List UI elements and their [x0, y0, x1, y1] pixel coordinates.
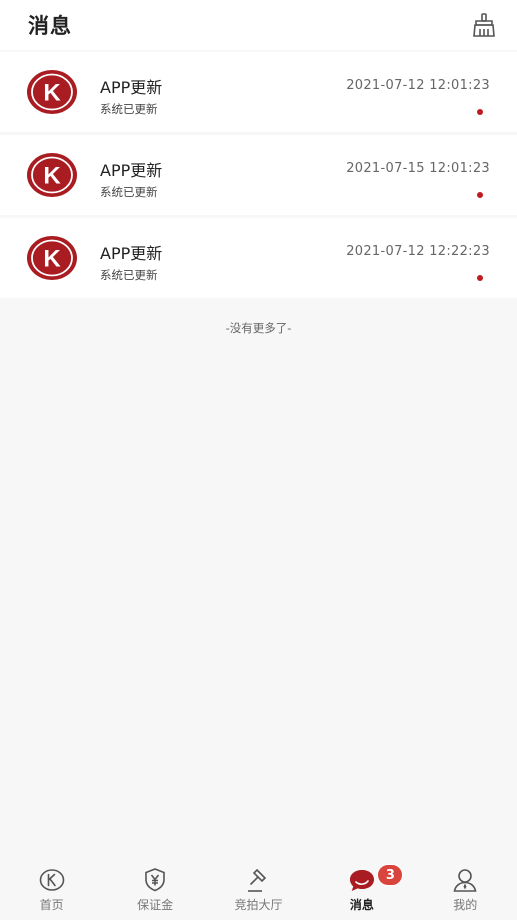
unread-dot [477, 275, 483, 281]
gavel-icon [244, 866, 272, 894]
message-subtitle: 系统已更新 [100, 102, 158, 116]
message-item[interactable]: K APP更新 系统已更新 2021-07-12 12:01:23 [0, 52, 517, 132]
message-time: 2021-07-12 12:22:23 [346, 244, 490, 259]
tab-auction-hall[interactable]: 竞拍大厅 [207, 858, 310, 920]
message-item[interactable]: K APP更新 系统已更新 2021-07-15 12:01:23 [0, 135, 517, 215]
avatar-letter: K [43, 163, 61, 190]
message-item[interactable]: K APP更新 系统已更新 2021-07-12 12:22:23 [0, 218, 517, 298]
message-list: K APP更新 系统已更新 2021-07-12 12:01:23 K APP更… [0, 52, 517, 301]
list-end-text: -没有更多了- [225, 321, 292, 335]
unread-count-badge: 3 [377, 864, 404, 886]
brand-logo-avatar: K [27, 236, 77, 280]
broom-icon [473, 13, 495, 37]
message-subtitle: 系统已更新 [100, 268, 158, 282]
top-header: 消息 [0, 0, 517, 50]
message-title: APP更新 [100, 161, 163, 180]
tab-mine[interactable]: 我的 [414, 858, 517, 920]
brand-logo-avatar: K [27, 153, 77, 197]
tab-messages[interactable]: 3 消息 [310, 858, 413, 920]
clear-messages-button[interactable] [469, 10, 499, 40]
tab-deposit[interactable]: 保证金 [104, 858, 207, 920]
tab-home[interactable]: 首页 [0, 858, 103, 920]
unread-dot [477, 192, 483, 198]
tab-label: 保证金 [137, 898, 174, 912]
tab-label: 消息 [349, 898, 374, 912]
message-subtitle: 系统已更新 [100, 185, 158, 199]
tab-label: 我的 [453, 898, 478, 912]
bottom-tab-bar: 首页 保证金 竞拍大厅 3 消息 我的 [0, 858, 517, 920]
message-time: 2021-07-12 12:01:23 [346, 78, 490, 93]
brand-logo-avatar: K [27, 70, 77, 114]
home-k-icon [38, 866, 66, 894]
page-title: 消息 [28, 14, 72, 38]
tab-label: 首页 [39, 898, 64, 912]
avatar-letter: K [43, 246, 61, 273]
avatar-letter: K [43, 80, 61, 107]
message-time: 2021-07-15 12:01:23 [346, 161, 490, 176]
tab-label: 竞拍大厅 [234, 898, 283, 912]
chat-bubble-icon [348, 866, 376, 894]
user-icon [451, 866, 479, 894]
shield-yen-icon [141, 866, 169, 894]
message-title: APP更新 [100, 78, 163, 97]
unread-dot [477, 109, 483, 115]
message-title: APP更新 [100, 244, 163, 263]
